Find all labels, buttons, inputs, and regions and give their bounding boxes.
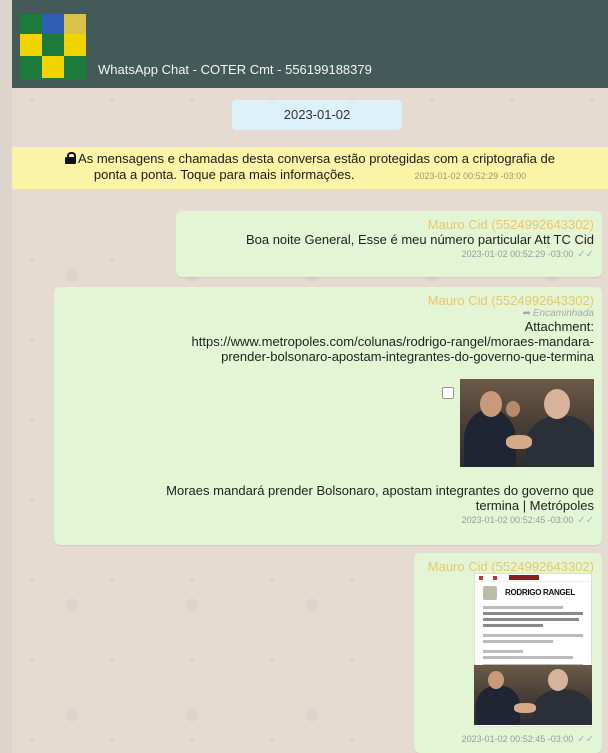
image-face (480, 391, 502, 417)
text-line (483, 612, 583, 615)
lock-icon (65, 152, 77, 164)
message-sender: Mauro Cid (5524992643302) (427, 293, 594, 308)
image-figure (534, 689, 592, 725)
message-timestamp: 2023-01-02 00:52:29 -03:00 (461, 249, 574, 259)
image-hands (514, 703, 536, 713)
attachment-label: Attachment: (524, 319, 594, 334)
avatar-block (64, 14, 86, 34)
encryption-notice-line1: As mensagens e chamadas desta conversa e… (12, 151, 608, 167)
message-bubble[interactable]: Mauro Cid (5524992643302) ➦ Encaminhada A… (54, 287, 602, 545)
column-title: RODRIGO RANGEL (505, 588, 576, 597)
message-meta: 2023-01-02 00:52:45 -03:00 ✓✓ (62, 515, 594, 526)
text-line (483, 650, 523, 653)
chat-title: WhatsApp Chat - COTER Cmt - 556199188379 (98, 62, 372, 77)
message-caption-wrap: Moraes mandará prender Bolsonaro, aposta… (62, 483, 594, 526)
text-line (483, 624, 543, 627)
forwarded-indicator: ➦ Encaminhada (62, 308, 594, 319)
text-line (483, 618, 579, 621)
text-line (483, 606, 563, 609)
message-bubble[interactable]: Mauro Cid (5524992643302) Boa noite Gene… (176, 211, 602, 277)
avatar[interactable] (20, 14, 86, 80)
notice-text: ponta a ponta. Toque para mais informaçõ… (93, 167, 355, 182)
message-meta: 2023-01-02 00:52:45 -03:00 ✓✓ (462, 734, 594, 745)
message-timestamp: 2023-01-02 00:52:45 -03:00 (461, 515, 574, 525)
attachment-link[interactable]: https://www.metropoles.com/colunas/rodri… (62, 334, 594, 349)
attachment-image[interactable] (460, 379, 594, 467)
encryption-notice[interactable]: As mensagens e chamadas desta conversa e… (12, 147, 608, 189)
forwarded-label: Encaminhada (532, 308, 594, 319)
date-separator: 2023-01-02 (232, 100, 402, 130)
image-face (488, 671, 504, 689)
image-face (506, 401, 520, 417)
message-meta: 2023-01-02 00:52:29 -03:00 ✓✓ (184, 249, 594, 260)
image-face (544, 389, 570, 419)
attachment-link[interactable]: prender-bolsonaro-apostam-integrantes-do… (62, 349, 594, 364)
thumbnail-navbar (475, 574, 591, 582)
message-sender: Mauro Cid (5524992643302) (427, 217, 594, 232)
double-check-icon: ✓✓ (577, 515, 594, 526)
text-line (483, 656, 573, 659)
image-hands (506, 435, 532, 449)
encryption-notice-line2: ponta a ponta. Toque para mais informaçõ… (12, 167, 608, 184)
text-line (483, 634, 583, 637)
message-text: Boa noite General, Esse é meu número par… (245, 232, 594, 247)
user-icon (493, 576, 497, 580)
avatar-block (42, 14, 64, 34)
message-caption: Moraes mandará prender Bolsonaro, aposta… (166, 483, 594, 498)
attachment-image[interactable] (474, 665, 592, 725)
notice-text: As mensagens e chamadas desta conversa e… (78, 151, 555, 166)
image-face (548, 669, 568, 691)
message-sender: Mauro Cid (5524992643302) (427, 559, 594, 574)
notice-timestamp: 2023-01-02 00:52:29 -03:00 (414, 171, 527, 181)
attachment-checkbox[interactable] (442, 387, 454, 399)
menu-icon (479, 576, 483, 580)
double-check-icon: ✓✓ (577, 249, 594, 260)
avatar-block (20, 34, 42, 56)
avatar-block (42, 56, 64, 78)
message-timestamp: 2023-01-02 00:52:45 -03:00 (461, 734, 574, 744)
text-line (483, 640, 553, 643)
double-check-icon: ✓✓ (577, 734, 594, 745)
forward-icon: ➦ (522, 308, 531, 319)
avatar-block (64, 34, 86, 56)
message-caption: termina | Metrópoles (475, 498, 594, 513)
site-logo (509, 575, 539, 580)
message-bubble[interactable]: Mauro Cid (5524992643302) RODRIGO RANGEL… (414, 553, 602, 753)
image-figure (526, 415, 594, 467)
author-photo (483, 586, 497, 600)
chat-header: WhatsApp Chat - COTER Cmt - 556199188379 (12, 0, 608, 88)
